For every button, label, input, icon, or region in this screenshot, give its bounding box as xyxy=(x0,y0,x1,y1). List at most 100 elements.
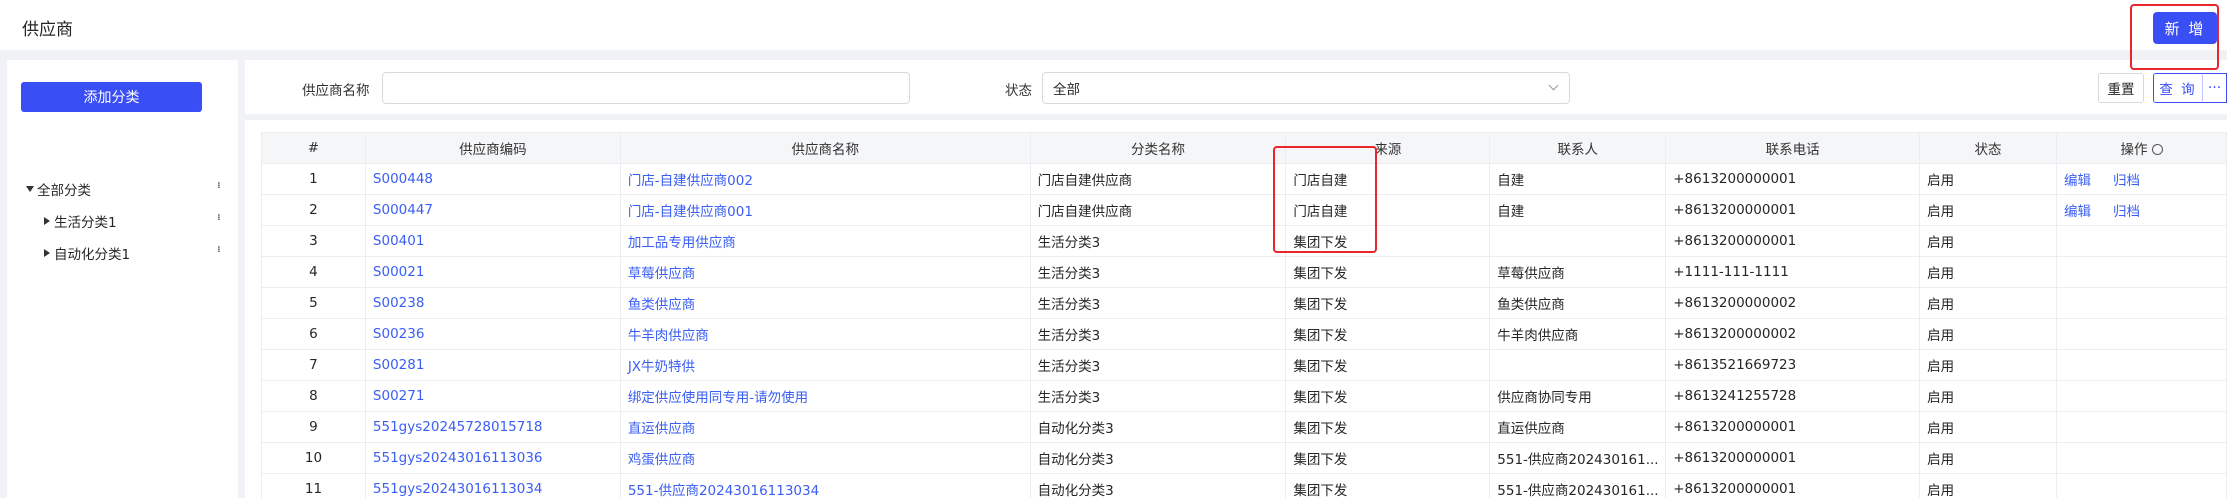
edit-link[interactable]: 编辑 xyxy=(2064,204,2091,220)
cell-supplier-name: 绑定供应使用同专用-请勿使用 xyxy=(619,380,1031,412)
supplier-name-input[interactable] xyxy=(382,72,910,104)
cell-source: 集团下发 xyxy=(1285,442,1491,474)
cell-supplier-name: 鱼类供应商 xyxy=(619,287,1031,319)
cell-supplier-code-link[interactable]: S00021 xyxy=(373,264,425,280)
more-vertical-icon[interactable]: ··· xyxy=(210,181,225,187)
cell-supplier-name-link[interactable]: 门店-自建供应商001 xyxy=(628,204,753,220)
cell-supplier-name-link[interactable]: 绑定供应使用同专用-请勿使用 xyxy=(628,390,808,406)
filter-bar: 供应商名称 状态 全部 重置 查 询 ··· xyxy=(245,60,2227,114)
cell-phone: +8613241255728 xyxy=(1665,380,1921,412)
cell-contact: 供应商协同专用 xyxy=(1489,380,1667,412)
cell-supplier-code-link[interactable]: 551gys20243016113036 xyxy=(373,450,543,466)
status-select[interactable]: 全部 xyxy=(1042,72,1570,104)
cell-supplier-name: 门店-自建供应商001 xyxy=(619,194,1031,226)
supplier-table: # 供应商编码 供应商名称 分类名称 来源 联系人 联系电话 状态 操作 1 S0… xyxy=(261,132,2227,498)
cell-index: 1 xyxy=(261,163,366,195)
page-header: 供应商 新 增 xyxy=(0,0,2227,50)
table-row: 10 551gys20243016113036 鸡蛋供应商 自动化分类3 集团下发 551… xyxy=(261,442,2227,474)
table-row: 3 S00401 加工品专用供应商 生活分类3 集团下发 +8613200000001 启用 xyxy=(261,225,2227,257)
cell-index: 6 xyxy=(261,318,366,350)
caret-right-icon[interactable] xyxy=(44,249,50,257)
table-row: 7 S00281 JX牛奶特供 生活分类3 集团下发 +8613521669723 启用 xyxy=(261,349,2227,381)
cell-supplier-name-link[interactable]: 草莓供应商 xyxy=(628,266,696,282)
cell-supplier-name-link[interactable]: 门店-自建供应商002 xyxy=(628,173,753,189)
more-vertical-icon[interactable]: ··· xyxy=(210,245,225,251)
cell-contact xyxy=(1489,349,1667,381)
cell-supplier-name-link[interactable]: 牛羊肉供应商 xyxy=(628,328,709,344)
cell-status: 启用 xyxy=(1919,473,2057,498)
cell-supplier-name-link[interactable]: 鱼类供应商 xyxy=(628,297,696,313)
cell-status: 启用 xyxy=(1919,349,2057,381)
cell-supplier-name: 鸡蛋供应商 xyxy=(619,442,1031,474)
cell-index: 7 xyxy=(261,349,366,381)
cell-category: 生活分类3 xyxy=(1029,287,1287,319)
add-category-button[interactable]: 添加分类 xyxy=(21,82,202,112)
cell-supplier-name: 直运供应商 xyxy=(619,411,1031,443)
settings-gear-icon[interactable] xyxy=(2151,144,2163,155)
cell-actions: 编辑 归档 xyxy=(2056,163,2227,195)
cell-contact: 直运供应商 xyxy=(1489,411,1667,443)
col-header-code: 供应商编码 xyxy=(364,132,621,164)
cell-supplier-code-link[interactable]: S00401 xyxy=(373,233,425,249)
cell-phone: +1111-111-1111 xyxy=(1665,256,1921,288)
col-header-index: # xyxy=(261,132,366,164)
cell-actions xyxy=(2056,442,2227,474)
col-header-status: 状态 xyxy=(1919,132,2057,164)
reset-button[interactable]: 重置 xyxy=(2098,73,2144,103)
cell-source: 集团下发 xyxy=(1285,380,1491,412)
cell-status: 启用 xyxy=(1919,225,2057,257)
tree-node-auto-1[interactable]: 自动化分类1 ··· xyxy=(7,242,238,264)
cell-supplier-code-link[interactable]: S00238 xyxy=(373,295,425,311)
cell-supplier-code: 551gys20243016113034 xyxy=(364,473,621,498)
cell-supplier-code: S00021 xyxy=(364,256,621,288)
cell-supplier-code-link[interactable]: S000447 xyxy=(373,202,433,218)
cell-supplier-code: S00238 xyxy=(364,287,621,319)
chevron-down-icon xyxy=(1548,80,1559,91)
table-body: 1 S000448 门店-自建供应商002 门店自建供应商 门店自建 自建 +8613200… xyxy=(261,163,2227,498)
cell-phone: +8613200000001 xyxy=(1665,442,1921,474)
caret-down-icon[interactable] xyxy=(26,186,34,192)
tree-node-life-1[interactable]: 生活分类1 ··· xyxy=(7,210,238,232)
table-row: 8 S00271 绑定供应使用同专用-请勿使用 生活分类3 集团下发 供应商协同专用 +86… xyxy=(261,380,2227,412)
cell-supplier-name: 551-供应商20243016113034 xyxy=(619,473,1031,498)
cell-actions xyxy=(2056,380,2227,412)
cell-contact: 551-供应商202430161... xyxy=(1489,442,1667,474)
cell-index: 2 xyxy=(261,194,366,226)
cell-supplier-code: S000448 xyxy=(364,163,621,195)
caret-right-icon[interactable] xyxy=(44,217,50,225)
cell-phone: +8613200000001 xyxy=(1665,163,1921,195)
cell-supplier-code: 551gys20243016113036 xyxy=(364,442,621,474)
cell-supplier-name-link[interactable]: 加工品专用供应商 xyxy=(628,235,736,251)
cell-contact: 草莓供应商 xyxy=(1489,256,1667,288)
cell-category: 生活分类3 xyxy=(1029,256,1287,288)
archive-link[interactable]: 归档 xyxy=(2113,173,2140,189)
cell-source: 集团下发 xyxy=(1285,473,1491,498)
archive-link[interactable]: 归档 xyxy=(2113,204,2140,220)
cell-supplier-code-link[interactable]: S00271 xyxy=(373,388,425,404)
cell-source: 集团下发 xyxy=(1285,349,1491,381)
tree-node-all[interactable]: 全部分类 ··· xyxy=(7,178,238,200)
cell-supplier-code-link[interactable]: S00281 xyxy=(373,357,425,373)
more-filters-button[interactable]: ··· xyxy=(2202,73,2227,103)
cell-index: 8 xyxy=(261,380,366,412)
cell-supplier-name-link[interactable]: 鸡蛋供应商 xyxy=(628,452,696,468)
cell-supplier-name-link[interactable]: 直运供应商 xyxy=(628,421,696,437)
more-vertical-icon[interactable]: ··· xyxy=(210,213,225,219)
cell-supplier-code: S00236 xyxy=(364,318,621,350)
cell-supplier-code-link[interactable]: 551gys20245728015718 xyxy=(373,419,543,435)
new-supplier-button[interactable]: 新 增 xyxy=(2153,12,2217,44)
cell-supplier-code-link[interactable]: 551gys20243016113034 xyxy=(373,481,543,497)
cell-contact: 自建 xyxy=(1489,163,1667,195)
cell-supplier-code-link[interactable]: S00236 xyxy=(373,326,425,342)
cell-supplier-name-link[interactable]: JX牛奶特供 xyxy=(628,359,695,375)
cell-supplier-name-link[interactable]: 551-供应商20243016113034 xyxy=(628,483,819,498)
cell-supplier-code: 551gys20245728015718 xyxy=(364,411,621,443)
cell-supplier-code-link[interactable]: S000448 xyxy=(373,171,433,187)
cell-source: 集团下发 xyxy=(1285,225,1491,257)
edit-link[interactable]: 编辑 xyxy=(2064,173,2091,189)
table-row: 9 551gys20245728015718 直运供应商 自动化分类3 集团下发 直运供应… xyxy=(261,411,2227,443)
cell-actions xyxy=(2056,225,2227,257)
cell-phone: +8613200000001 xyxy=(1665,194,1921,226)
cell-supplier-name: 门店-自建供应商002 xyxy=(619,163,1031,195)
query-button[interactable]: 查 询 xyxy=(2153,73,2203,103)
